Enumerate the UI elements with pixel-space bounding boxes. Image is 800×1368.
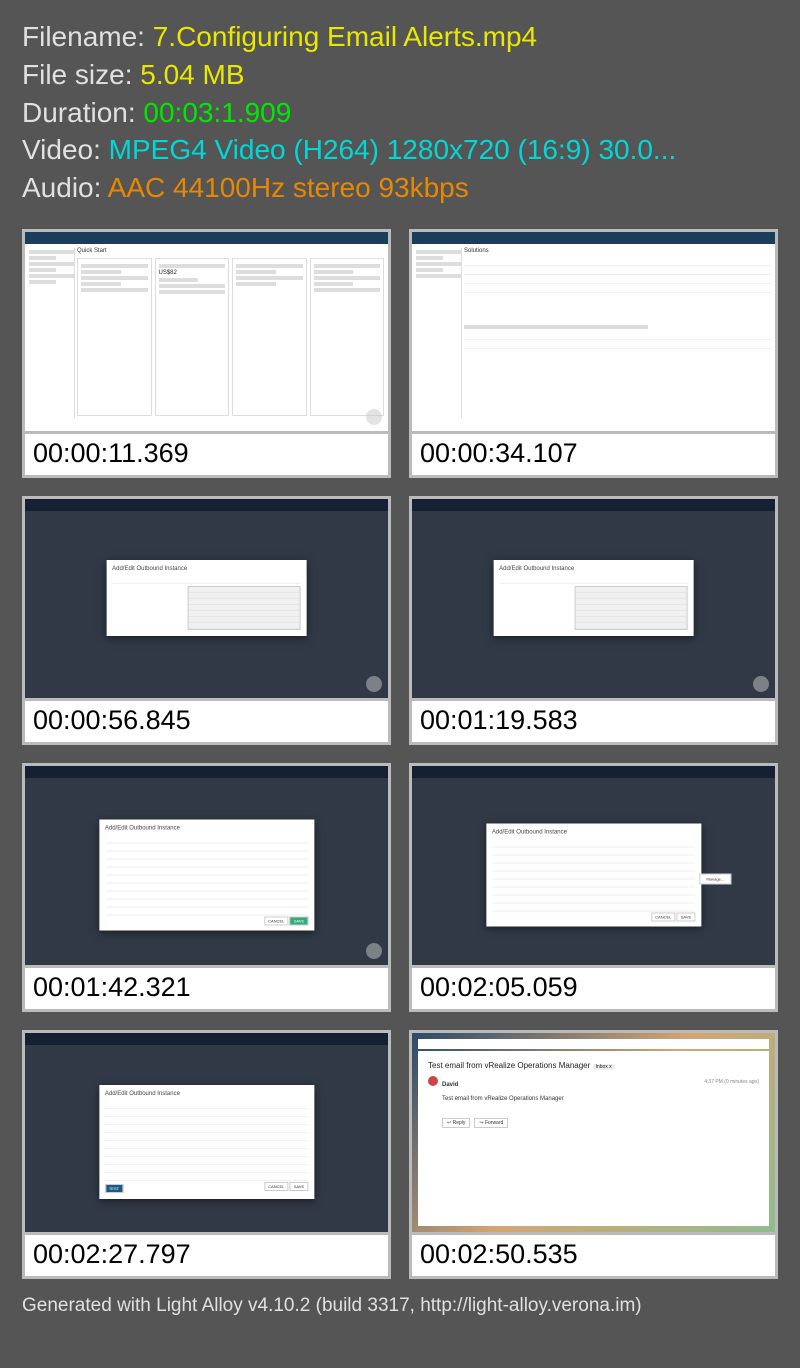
cancel-button[interactable]: CANCEL (264, 1182, 288, 1191)
footer-text: Generated with Light Alloy v4.10.2 (buil… (0, 1289, 800, 1331)
thumbnail-image: Solutions (409, 229, 778, 434)
email-subject: Test email from vRealize Operations Mana… (428, 1061, 590, 1070)
timestamp-label: 00:02:27.797 (22, 1235, 391, 1279)
dialog-title: Add/Edit Outbound Instance (105, 1091, 308, 1097)
thumbnail-cell[interactable]: Add/Edit Outbound Instance 00:00:56.845 (22, 496, 391, 745)
thumbnail-image: Add/Edit Outbound Instance (409, 496, 778, 701)
audio-label: Audio: (22, 172, 108, 203)
filename-row: Filename: 7.Configuring Email Alerts.mp4 (22, 18, 778, 56)
thumbnail-cell[interactable]: Test email from vRealize Operations Mana… (409, 1030, 778, 1279)
filesize-label: File size: (22, 59, 140, 90)
cancel-button[interactable]: CANCEL (651, 913, 675, 922)
audio-value: AAC 44100Hz stereo 93kbps (108, 172, 469, 203)
thumbnail-image: Add/Edit Outbound Instance CANCEL SAVE (22, 763, 391, 968)
email-sender: David (442, 1082, 458, 1088)
filesize-value: 5.04 MB (140, 59, 244, 90)
thumbnail-cell[interactable]: Add/Edit Outbound Instance TEST CANCEL S… (22, 1030, 391, 1279)
duration-label: Duration: (22, 97, 143, 128)
cancel-button[interactable]: CANCEL (264, 917, 288, 926)
reply-button[interactable]: ↩ Reply (442, 1118, 470, 1128)
save-button[interactable]: SAVE (290, 1182, 308, 1191)
timestamp-label: 00:00:11.369 (22, 434, 391, 478)
thumbnail-image: Add/Edit Outbound Instance TEST CANCEL S… (22, 1030, 391, 1235)
timestamp-label: 00:02:50.535 (409, 1235, 778, 1279)
video-value: MPEG4 Video (H264) 1280x720 (16:9) 30.0.… (109, 134, 677, 165)
thumbnail-cell[interactable]: Add/Edit Outbound Instance 00:01:19.583 (409, 496, 778, 745)
play-icon (366, 409, 382, 425)
thumbnail-image: Test email from vRealize Operations Mana… (409, 1030, 778, 1235)
save-button[interactable]: SAVE (677, 913, 695, 922)
thumbnail-image: Quick Start US$82 (22, 229, 391, 434)
duration-row: Duration: 00:03:1.909 (22, 94, 778, 132)
dialog-title: Add/Edit Outbound Instance (492, 830, 695, 836)
email-body: Test email from vRealize Operations Mana… (442, 1096, 759, 1102)
play-icon (366, 676, 382, 692)
play-icon (366, 943, 382, 959)
filesize-row: File size: 5.04 MB (22, 56, 778, 94)
thumbnail-cell[interactable]: Quick Start US$82 00:00:11.369 (22, 229, 391, 478)
thumbnail-image: Add/Edit Outbound Instance Manage... CAN… (409, 763, 778, 968)
solutions-title: Solutions (464, 248, 771, 254)
dialog-title: Add/Edit Outbound Instance (112, 566, 301, 572)
thumbnail-grid: Quick Start US$82 00:00:11.369 (0, 217, 800, 1289)
play-icon (753, 676, 769, 692)
filename-value: 7.Configuring Email Alerts.mp4 (153, 21, 537, 52)
dashboard-title: Quick Start (77, 248, 384, 254)
timestamp-label: 00:01:19.583 (409, 701, 778, 745)
forward-button[interactable]: ↪ Forward (474, 1118, 508, 1128)
thumbnail-cell[interactable]: Add/Edit Outbound Instance Manage... CAN… (409, 763, 778, 1012)
test-button[interactable]: TEST (105, 1184, 123, 1193)
thumbnail-cell[interactable]: Add/Edit Outbound Instance CANCEL SAVE 0… (22, 763, 391, 1012)
timestamp-label: 00:02:05.059 (409, 968, 778, 1012)
file-info-header: Filename: 7.Configuring Email Alerts.mp4… (0, 0, 800, 217)
avatar-icon (428, 1076, 438, 1086)
timestamp-label: 00:00:34.107 (409, 434, 778, 478)
timestamp-label: 00:00:56.845 (22, 701, 391, 745)
dialog-title: Add/Edit Outbound Instance (499, 566, 688, 572)
timestamp-label: 00:01:42.321 (22, 968, 391, 1012)
video-row: Video: MPEG4 Video (H264) 1280x720 (16:9… (22, 131, 778, 169)
audio-row: Audio: AAC 44100Hz stereo 93kbps (22, 169, 778, 207)
duration-value: 00:03:1.909 (143, 97, 291, 128)
filename-label: Filename: (22, 21, 153, 52)
inbox-tag: Inbox x (593, 1064, 615, 1070)
dialog-title: Add/Edit Outbound Instance (105, 826, 308, 832)
email-time: 4:37 PM (0 minutes ago) (704, 1079, 759, 1085)
save-button[interactable]: SAVE (290, 917, 308, 926)
video-label: Video: (22, 134, 109, 165)
thumbnail-cell[interactable]: Solutions 00:00:34.107 (409, 229, 778, 478)
thumbnail-image: Add/Edit Outbound Instance (22, 496, 391, 701)
